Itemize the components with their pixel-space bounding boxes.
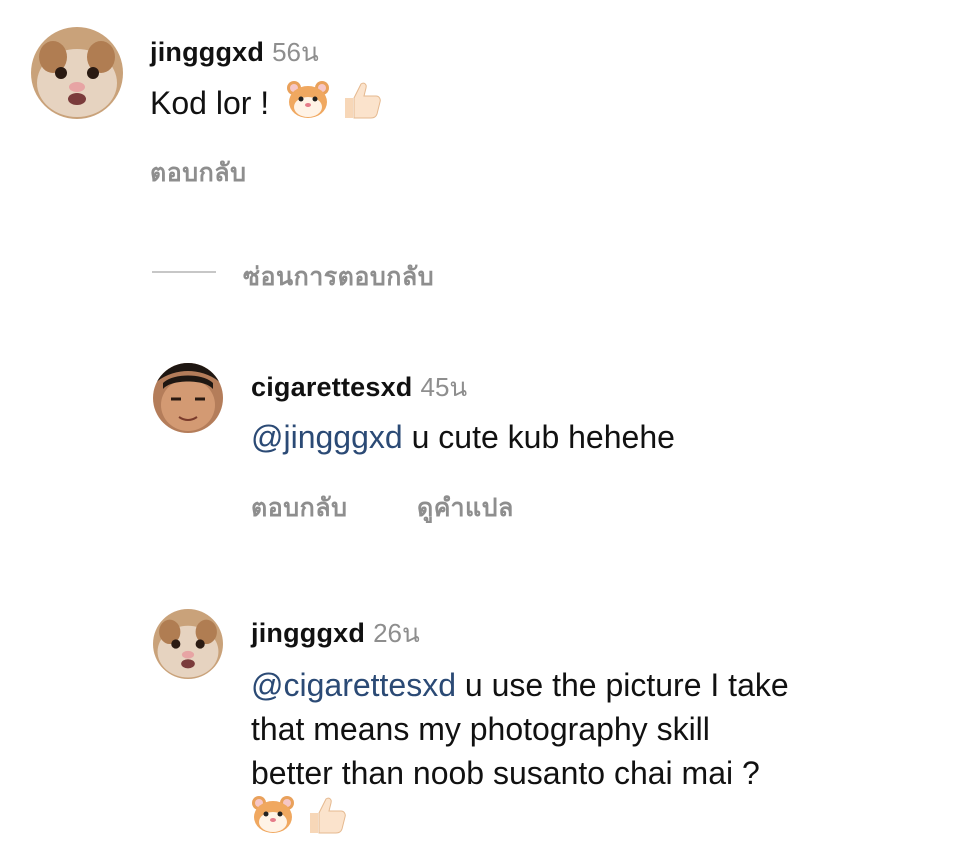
see-translation-button[interactable]: ดูคำแปล <box>417 488 514 528</box>
reply-username[interactable]: jingggxd <box>251 618 365 648</box>
reply-timestamp: 45น <box>420 372 468 402</box>
hamster-avatar-image <box>153 609 223 679</box>
reply-emojis <box>251 795 941 846</box>
reply-text-line: u use the picture I take <box>456 667 789 703</box>
comment-text-body: Kod lor ! <box>150 84 270 121</box>
reply-text-body: u cute kub hehehe <box>402 419 675 455</box>
thumbs-up-icon <box>339 80 383 131</box>
reply-text-line: better than noob susanto chai mai ? <box>251 755 760 791</box>
hamster-face-icon <box>251 795 295 846</box>
thumbs-up-icon <box>304 795 348 846</box>
reply-username[interactable]: cigarettesxd <box>251 372 412 402</box>
reply-text: @cigarettesxd u use the picture I take t… <box>251 663 941 846</box>
comment-timestamp: 56น <box>272 37 319 67</box>
mention-link[interactable]: @cigarettesxd <box>251 667 456 703</box>
mention-link[interactable]: @jingggxd <box>251 419 403 455</box>
man-face-avatar-image <box>153 363 223 433</box>
hamster-face-icon <box>286 80 330 131</box>
hamster-avatar-image <box>31 27 123 119</box>
reply-text-line: that means my photography skill <box>251 711 710 747</box>
avatar-jingggxd[interactable] <box>153 609 223 679</box>
reply-button[interactable]: ตอบกลับ <box>251 488 347 528</box>
replies-divider-line <box>152 271 216 273</box>
reply-timestamp: 26น <box>373 618 420 648</box>
reply-text: @jingggxd u cute kub hehehe <box>251 415 675 459</box>
reply-button[interactable]: ตอบกลับ <box>150 153 246 193</box>
comment-username[interactable]: jingggxd <box>150 37 264 67</box>
comment-text: Kod lor ! <box>150 80 383 131</box>
avatar-jingggxd[interactable] <box>31 27 123 119</box>
hide-replies-button[interactable]: ซ่อนการตอบกลับ <box>243 257 434 297</box>
avatar-cigarettesxd[interactable] <box>153 363 223 433</box>
